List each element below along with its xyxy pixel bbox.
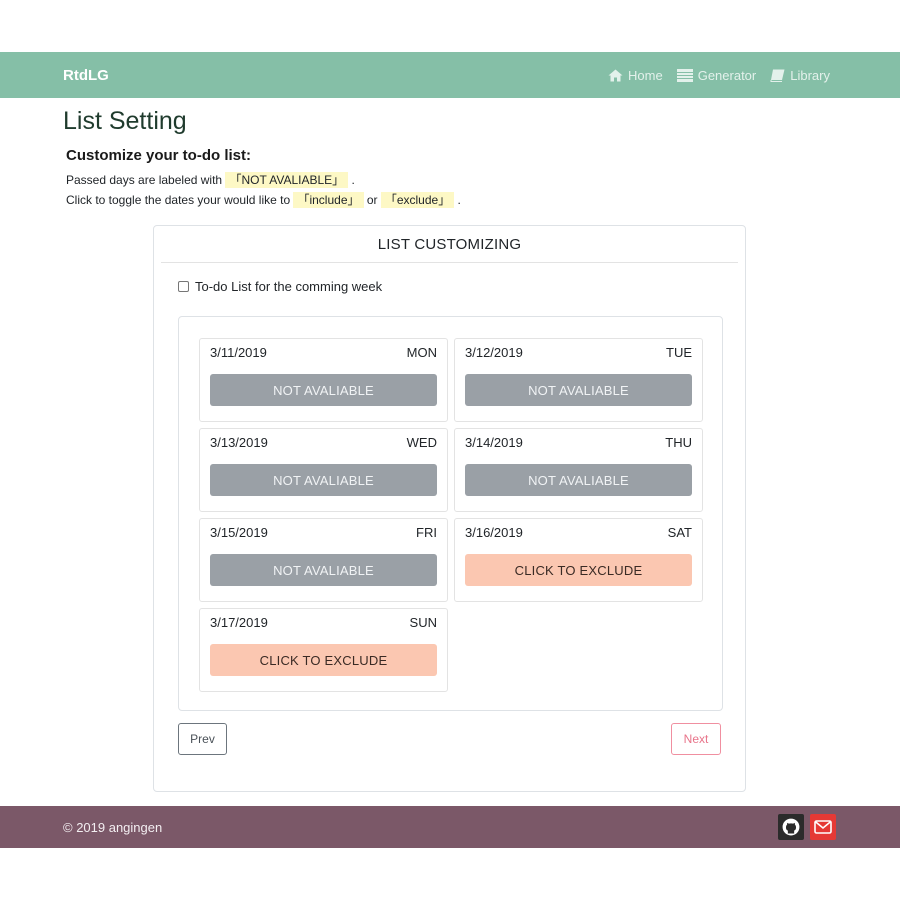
day-card-tue: 3/12/2019 TUE NOT AVALIABLE [454,338,703,422]
day-card-sun: 3/17/2019 SUN CLICK TO EXCLUDE [199,608,448,692]
footer-icons [778,814,836,840]
info-line2-middle: or [363,193,381,207]
card-header: LIST CUSTOMIZING [161,226,738,263]
day-weekday: WED [406,435,437,450]
day-date: 3/14/2019 [465,435,523,450]
next-button[interactable]: Next [671,723,721,755]
day-date: 3/13/2019 [210,435,268,450]
day-date: 3/12/2019 [465,345,523,360]
info-line-passed-days: Passed days are labeled with 「NOT AVALIA… [66,171,355,188]
info-line2-suffix: . [454,193,461,207]
info-line-toggle: Click to toggle the dates your would lik… [66,191,461,208]
mail-link[interactable] [810,814,836,840]
nav-home-link[interactable]: Home [608,68,663,83]
day-weekday: SAT [667,525,692,540]
nav-links: Home Generator Library [608,68,830,83]
day-card-sat: 3/16/2019 SAT CLICK TO EXCLUDE [454,518,703,602]
info-line1-prefix: Passed days are labeled with [66,173,226,187]
day-date: 3/16/2019 [465,525,523,540]
day-card-wed: 3/13/2019 WED NOT AVALIABLE [199,428,448,512]
comming-week-label: To-do List for the comming week [195,279,383,294]
generator-icon [676,68,693,82]
day-weekday: MON [406,345,437,360]
github-link[interactable] [778,814,804,840]
day-card-fri: 3/15/2019 FRI NOT AVALIABLE [199,518,448,602]
github-icon [782,818,800,836]
not-available-button[interactable]: NOT AVALIABLE [210,374,437,406]
day-date: 3/15/2019 [210,525,268,540]
day-weekday: THU [665,435,692,450]
comming-week-toggle[interactable]: To-do List for the comming week [178,279,382,294]
not-available-button[interactable]: NOT AVALIABLE [465,464,692,496]
brand-logo[interactable]: RtdLG [63,67,109,84]
include-highlight: 「include」 [293,192,364,208]
day-date: 3/17/2019 [210,615,268,630]
day-card-mon: 3/11/2019 MON NOT AVALIABLE [199,338,448,422]
comming-week-checkbox[interactable] [178,281,189,292]
copyright-text: © 2019 angingen [63,819,163,835]
top-navbar: RtdLG Home Generator Library [0,52,900,98]
days-grid: 3/11/2019 MON NOT AVALIABLE 3/12/2019 TU… [178,316,723,711]
page-title: List Setting [63,107,187,135]
nav-library-label: Library [790,67,830,83]
nav-generator-link[interactable]: Generator [676,67,757,83]
not-available-button[interactable]: NOT AVALIABLE [465,374,692,406]
footer: © 2019 angingen [0,806,900,848]
nav-generator-label: Generator [697,67,757,83]
info-line1-suffix: . [348,173,355,187]
day-card-thu: 3/14/2019 THU NOT AVALIABLE [454,428,703,512]
nav-library-link[interactable]: Library [770,68,830,83]
not-available-highlight: 「NOT AVALIABLE」 [225,172,349,188]
day-date: 3/11/2019 [210,345,267,360]
click-to-exclude-button[interactable]: CLICK TO EXCLUDE [465,554,692,586]
day-weekday: TUE [666,345,692,360]
prev-button[interactable]: Prev [178,723,227,755]
nav-home-label: Home [628,67,663,83]
book-icon [770,69,785,82]
home-icon [608,69,623,81]
day-weekday: FRI [416,525,437,540]
mail-icon [814,820,832,834]
info-line2-prefix: Click to toggle the dates your would lik… [66,193,294,207]
day-weekday: SUN [409,615,437,630]
not-available-button[interactable]: NOT AVALIABLE [210,464,437,496]
exclude-highlight: 「exclude」 [380,192,455,208]
click-to-exclude-button[interactable]: CLICK TO EXCLUDE [210,644,437,676]
page-subheading: Customize your to-do list: [66,147,251,164]
list-customizing-card: LIST CUSTOMIZING To-do List for the comm… [153,225,746,792]
not-available-button[interactable]: NOT AVALIABLE [210,554,437,586]
